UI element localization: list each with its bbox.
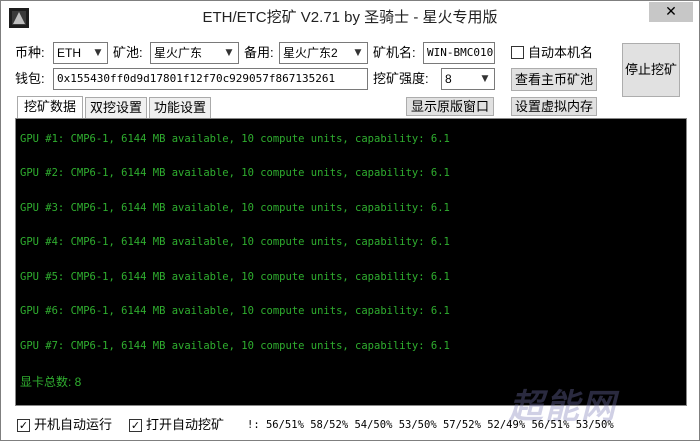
close-button[interactable]: ✕ <box>649 2 693 22</box>
auto-mine-checkbox[interactable]: ✓ <box>129 419 142 432</box>
backup-label: 备用: <box>244 45 274 60</box>
intensity-select-value: 8 <box>445 72 452 86</box>
console-line: GPU #5: CMP6-1, 6144 MB available, 10 co… <box>20 271 450 283</box>
coin-select[interactable]: ETH ▼ <box>53 42 108 64</box>
tab-dual-mining[interactable]: 双挖设置 <box>85 97 147 118</box>
view-pool-button[interactable]: 查看主币矿池 <box>511 68 597 91</box>
mining-console[interactable]: GPU #1: CMP6-1, 6144 MB available, 10 co… <box>15 118 687 406</box>
console-line: GPU #1: CMP6-1, 6144 MB available, 10 co… <box>20 133 450 145</box>
console-line: GPU #7: CMP6-1, 6144 MB available, 10 co… <box>20 340 450 352</box>
console-line: GPU #2: CMP6-1, 6144 MB available, 10 co… <box>20 167 450 179</box>
miner-name-input[interactable]: WIN-BMC0109 <box>423 42 495 64</box>
window-title: ETH/ETC挖矿 V2.71 by 圣骑士 - 星火专用版 <box>202 9 498 26</box>
chevron-down-icon: ▼ <box>481 74 489 84</box>
backup-pool-select[interactable]: 星火广东2 ▼ <box>279 42 368 64</box>
intensity-label: 挖矿强度: <box>373 71 429 86</box>
coin-label: 币种: <box>15 45 45 60</box>
show-original-window-button[interactable]: 显示原版窗口 <box>406 97 494 116</box>
stop-mining-button[interactable]: 停止挖矿 <box>622 43 680 97</box>
tab-function-settings[interactable]: 功能设置 <box>149 97 211 118</box>
gpu-temperature-readout: !: 56/51% 58/52% 54/50% 53/50% 57/52% 52… <box>247 419 614 431</box>
status-bar: ✓ 开机自动运行 ✓ 打开自动挖矿 !: 56/51% 58/52% 54/50… <box>1 409 699 441</box>
auto-run-label: 开机自动运行 <box>34 417 113 432</box>
gpu-total: 显卡总数: 8 <box>20 375 82 389</box>
auto-run-checkbox[interactable]: ✓ <box>17 419 30 432</box>
pool-select-value: 星火广东 <box>154 46 203 60</box>
coin-select-value: ETH <box>57 46 81 60</box>
console-line: GPU #4: CMP6-1, 6144 MB available, 10 co… <box>20 236 450 248</box>
auto-name-checkbox[interactable] <box>511 46 524 59</box>
miner-name-label: 矿机名: <box>373 45 416 60</box>
virtual-memory-button[interactable]: 设置虚拟内存 <box>511 97 597 116</box>
backup-select-value: 星火广东2 <box>283 46 338 60</box>
intensity-select[interactable]: 8 ▼ <box>441 68 495 90</box>
chevron-down-icon: ▼ <box>225 48 233 58</box>
auto-mine-label: 打开自动挖矿 <box>146 417 225 432</box>
console-line: GPU #3: CMP6-1, 6144 MB available, 10 co… <box>20 202 450 214</box>
miner-window: ETH/ETC挖矿 V2.71 by 圣骑士 - 星火专用版 ✕ 币种: ETH… <box>0 0 700 441</box>
tab-mining-data[interactable]: 挖矿数据 <box>17 96 83 118</box>
wallet-input[interactable]: 0x155430ff0d9d17801f12f70c929057f8671352… <box>53 68 368 90</box>
pool-select[interactable]: 星火广东 ▼ <box>150 42 239 64</box>
pool-label: 矿池: <box>113 45 143 60</box>
title-bar: ETH/ETC挖矿 V2.71 by 圣骑士 - 星火专用版 ✕ <box>1 1 699 35</box>
chevron-down-icon: ▼ <box>94 48 102 58</box>
auto-name-label: 自动本机名 <box>528 45 594 60</box>
console-line: GPU #6: CMP6-1, 6144 MB available, 10 co… <box>20 305 450 317</box>
chevron-down-icon: ▼ <box>354 48 362 58</box>
wallet-label: 钱包: <box>15 71 45 86</box>
